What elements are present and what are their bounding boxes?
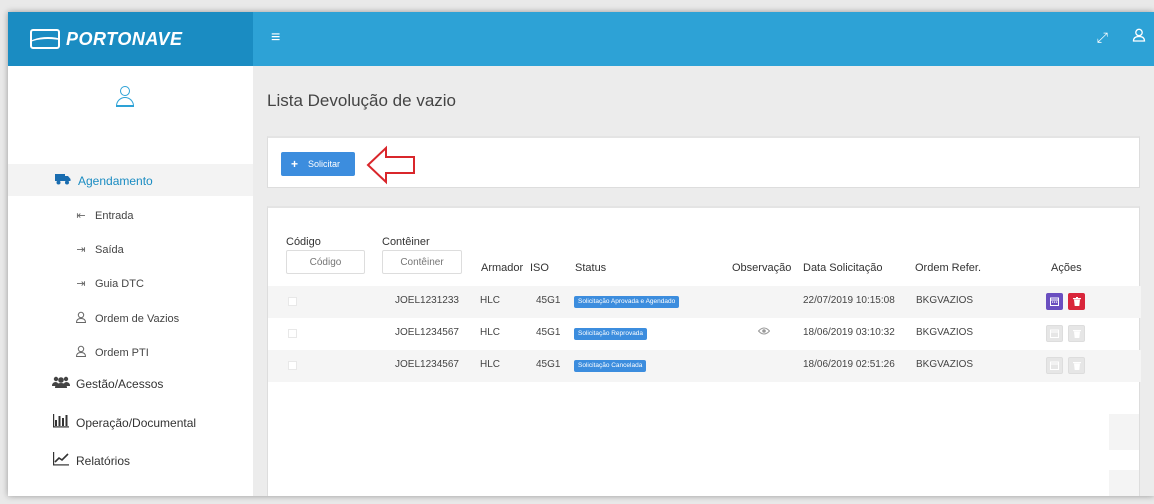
- trash-icon: [1072, 297, 1081, 306]
- sidebar-item-label: Agendamento: [78, 173, 153, 188]
- codigo-filter-input[interactable]: [286, 250, 365, 274]
- cell-ordem-refer: BKGVAZIOS: [916, 359, 974, 370]
- cell-iso: 45G1: [536, 295, 561, 306]
- cell-armador: HLC: [480, 327, 501, 338]
- truck-icon: [54, 173, 72, 188]
- bar-chart-icon: [52, 414, 70, 431]
- status-badge: Solicitação Aprovada e Agendado: [574, 296, 680, 308]
- table-row[interactable]: JOEL1234567 HLC 45G1 Solicitação Reprova…: [268, 318, 1141, 350]
- calendar-icon: [1050, 329, 1059, 338]
- cell-iso: 45G1: [536, 327, 561, 338]
- sidebar-item-relatorios[interactable]: Relatórios: [52, 452, 130, 469]
- sidebar-subitem-label: Ordem de Vazios: [95, 312, 180, 325]
- trash-icon: [1072, 362, 1081, 370]
- calendar-icon: [1050, 361, 1059, 370]
- scroll-area: [1109, 470, 1139, 496]
- user-icon[interactable]: [1132, 28, 1146, 45]
- brand[interactable]: PORTONAVE: [8, 12, 253, 66]
- header-status: Status: [575, 262, 607, 274]
- header-codigo: Código: [286, 236, 321, 248]
- calendar-action-button-disabled[interactable]: [1046, 357, 1063, 374]
- header-acoes: Ações: [1051, 262, 1082, 274]
- scroll-area: [1109, 414, 1139, 450]
- sidebar-subitem-entrada[interactable]: ⇤ Entrada: [74, 209, 134, 223]
- cell-data-solicitacao: 18/06/2019 02:51:26: [803, 359, 895, 370]
- navbar: ≡ ⤢: [253, 12, 1154, 66]
- expand-icon[interactable]: ⤢: [1097, 29, 1108, 46]
- users-icon: [52, 376, 70, 391]
- sidebar: Agendamento ⇤ Entrada ⇥ Saída ⇥ Guia DTC…: [8, 66, 253, 496]
- header-armador: Armador: [481, 262, 524, 274]
- cell-armador: HLC: [480, 295, 501, 306]
- sidebar-item-gestao-acessos[interactable]: Gestão/Acessos: [52, 376, 163, 391]
- annotation-arrow-icon: [366, 145, 415, 185]
- sidebar-item-label: Operação/Documental: [76, 415, 197, 430]
- eye-icon[interactable]: [757, 326, 771, 338]
- brand-name: PORTONAVE: [66, 28, 183, 49]
- cell-conteiner: JOEL1231233: [395, 295, 459, 306]
- header-ordem-refer: Ordem Refer.: [915, 262, 982, 274]
- calendar-action-button-disabled[interactable]: [1046, 325, 1063, 342]
- conteiner-filter-input[interactable]: [382, 250, 462, 274]
- user-icon: [74, 345, 88, 360]
- sign-out-icon: ⇥: [76, 244, 86, 256]
- calendar-action-button[interactable]: [1046, 293, 1063, 310]
- status-badge: Solicitação Cancelada: [574, 360, 647, 372]
- sidebar-subitem-label: Ordem PTI: [95, 346, 149, 359]
- page-title: Lista Devolução de vazio: [267, 91, 457, 110]
- sidebar-subitem-label: Guia DTC: [95, 277, 144, 290]
- status-badge: Solicitação Reprovada: [574, 328, 648, 340]
- sidebar-subitem-ordem-pti[interactable]: Ordem PTI: [74, 345, 149, 360]
- calendar-icon: [1050, 297, 1059, 306]
- header-observacao: Observação: [732, 262, 792, 274]
- delete-action-button[interactable]: [1068, 293, 1085, 310]
- sign-out-icon: ⇥: [76, 278, 86, 290]
- top-bar: PORTONAVE ≡ ⤢: [8, 12, 1154, 66]
- row-checkbox[interactable]: [288, 297, 297, 306]
- hamburger-icon[interactable]: ≡: [271, 29, 280, 47]
- trash-icon: [1072, 330, 1081, 338]
- cell-ordem-refer: BKGVAZIOS: [916, 327, 974, 338]
- header-conteiner: Contêiner: [382, 236, 430, 248]
- delete-action-button-disabled[interactable]: [1068, 357, 1085, 374]
- cell-iso: 45G1: [536, 359, 561, 370]
- main-content: Lista Devolução de vazio + Solicitar Cód…: [253, 66, 1154, 496]
- header-iso: ISO: [530, 262, 549, 274]
- solicitar-button[interactable]: + Solicitar: [281, 152, 355, 176]
- cell-armador: HLC: [480, 359, 501, 370]
- cell-ordem-refer: BKGVAZIOS: [916, 295, 974, 306]
- table-row[interactable]: JOEL1231233 HLC 45G1 Solicitação Aprovad…: [268, 286, 1141, 318]
- line-chart-icon: [52, 452, 70, 469]
- sidebar-subitem-label: Entrada: [95, 209, 134, 222]
- sidebar-item-agendamento[interactable]: Agendamento: [54, 173, 153, 188]
- row-checkbox[interactable]: [288, 361, 297, 370]
- plus-icon: +: [291, 157, 299, 171]
- sidebar-user-icon[interactable]: [115, 86, 135, 108]
- results-panel: Código Contêiner Armador ISO Status Obse…: [267, 206, 1141, 496]
- delete-action-button-disabled[interactable]: [1068, 325, 1085, 342]
- sidebar-item-label: Gestão/Acessos: [76, 376, 164, 391]
- sidebar-subitem-guia-dtc[interactable]: ⇥ Guia DTC: [74, 277, 144, 291]
- action-panel: + Solicitar: [267, 136, 1140, 188]
- sidebar-subitem-label: Saída: [95, 243, 124, 256]
- portonave-logo-icon: [30, 29, 60, 49]
- sidebar-subitem-ordem-de-vazios[interactable]: Ordem de Vazios: [74, 311, 179, 326]
- app-window: PORTONAVE ≡ ⤢ Agendamento ⇤ Entrada ⇥ Sa…: [8, 12, 1154, 496]
- sidebar-item-operacao-documental[interactable]: Operação/Documental: [52, 414, 196, 431]
- cell-data-solicitacao: 18/06/2019 03:10:32: [803, 327, 895, 338]
- cell-data-solicitacao: 22/07/2019 10:15:08: [803, 295, 895, 306]
- header-data-solicitacao: Data Solicitação: [803, 262, 883, 274]
- cell-conteiner: JOEL1234567: [395, 327, 459, 338]
- table-row[interactable]: JOEL1234567 HLC 45G1 Solicitação Cancela…: [268, 350, 1141, 382]
- cell-conteiner: JOEL1234567: [395, 359, 459, 370]
- sidebar-item-label: Relatórios: [76, 453, 131, 468]
- sidebar-subitem-saida[interactable]: ⇥ Saída: [74, 243, 124, 257]
- solicitar-button-label: Solicitar: [308, 159, 341, 169]
- sign-in-icon: ⇤: [76, 210, 86, 222]
- user-icon: [74, 311, 88, 326]
- row-checkbox[interactable]: [288, 329, 297, 338]
